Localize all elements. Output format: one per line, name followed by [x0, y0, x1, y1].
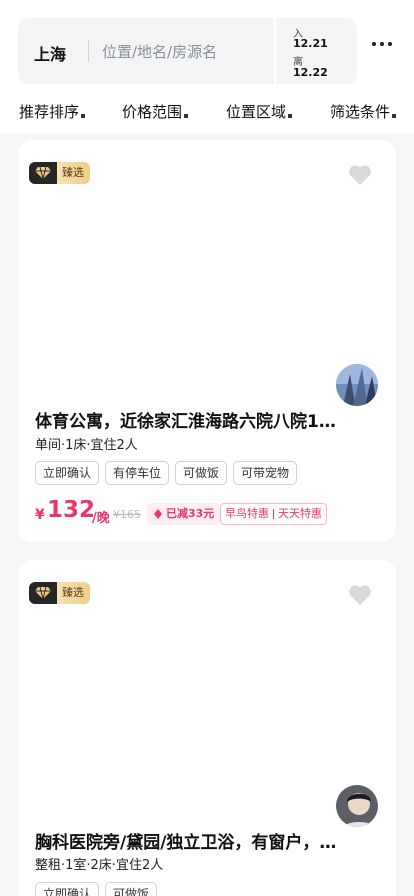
tag: 有停车位 [105, 461, 170, 485]
host-avatar[interactable] [334, 783, 380, 829]
badge-label: 臻选 [57, 162, 90, 184]
premium-badge: 臻选 [29, 162, 90, 184]
premium-badge: 臻选 [29, 582, 90, 604]
original-price: ¥165 [113, 508, 141, 521]
discount-badge: 已减33元 [147, 503, 221, 525]
city-selector[interactable]: 上海 [34, 41, 66, 65]
per-night: /晚 [92, 511, 110, 526]
search-input[interactable]: 位置/地名/房源名 [102, 41, 217, 62]
dropdown-icon [288, 114, 293, 118]
filter-label: 位置区域 [226, 103, 287, 121]
heart-icon[interactable] [348, 584, 372, 606]
header: 上海 位置/地名/房源名 入 12.21 离 12.22 [0, 0, 414, 94]
diamond-icon [29, 162, 57, 184]
filter-label: 推荐排序 [19, 103, 80, 121]
search-bar[interactable]: 上海 位置/地名/房源名 入 12.21 离 12.22 [18, 18, 357, 84]
dropdown-icon [81, 114, 86, 118]
more-dots-icon[interactable] [372, 42, 394, 48]
tag-list: 立即确认 有停车位 可做饭 可带宠物 [35, 461, 298, 485]
heart-icon[interactable] [348, 164, 372, 186]
listing-subtitle: 单间·1床·宜住2人 [35, 438, 138, 453]
filter-sort[interactable]: 推荐排序 [19, 101, 86, 122]
listing-card[interactable]: 臻选 胸科医院旁/黛园/独立卫浴，有窗户，… 整租·1室·2床·宜住2人 立即确… [18, 560, 396, 896]
filter-location[interactable]: 位置区域 [226, 101, 293, 122]
price: 132 [47, 497, 96, 523]
filter-bar: 推荐排序 价格范围 位置区域 筛选条件 [0, 94, 414, 134]
tag: 可做饭 [105, 882, 158, 896]
divider [88, 40, 89, 62]
date-selector[interactable]: 入 12.21 离 12.22 [274, 18, 357, 84]
badge-label: 臻选 [57, 582, 90, 604]
filter-conditions[interactable]: 筛选条件 [330, 101, 397, 122]
price-row: ¥ 132 /晚 ¥165 已减33元 早鸟特惠 天天特惠 [35, 497, 385, 528]
promo-label: 天天特惠 [278, 507, 322, 520]
listing-title: 体育公寓，近徐家汇淮海路六院八院1… [35, 412, 335, 432]
currency-symbol: ¥ [35, 507, 45, 523]
tag-icon [154, 509, 162, 519]
listing-subtitle: 整租·1室·2床·宜住2人 [35, 858, 164, 873]
tag: 可带宠物 [233, 461, 298, 485]
tag: 可做饭 [175, 461, 228, 485]
dropdown-icon [392, 114, 397, 118]
diamond-icon [29, 582, 57, 604]
discount-label: 已减33元 [166, 507, 215, 520]
listing-page: 上海 位置/地名/房源名 入 12.21 离 12.22 推荐排序 价格范围 位… [0, 0, 414, 896]
filter-label: 价格范围 [122, 103, 183, 121]
tag: 立即确认 [35, 882, 100, 896]
filter-label: 筛选条件 [330, 103, 391, 121]
host-avatar[interactable] [334, 362, 380, 408]
listing-card[interactable]: 臻选 体育公寓，近徐家汇淮海路六院八院1… 单间·1床·宜住2人 立即确认 有停… [18, 140, 396, 542]
tag-list: 立即确认 可做饭 [35, 882, 158, 896]
listing-title: 胸科医院旁/黛园/独立卫浴，有窗户，… [35, 833, 335, 853]
tag: 立即确认 [35, 461, 100, 485]
filter-price[interactable]: 价格范围 [122, 101, 189, 122]
promo-label: 早鸟特惠 [225, 507, 269, 520]
checkout-date: 12.22 [293, 66, 328, 79]
promo-badges: 早鸟特惠 天天特惠 [220, 503, 327, 525]
checkin-date: 12.21 [293, 37, 328, 50]
dropdown-icon [184, 114, 189, 118]
